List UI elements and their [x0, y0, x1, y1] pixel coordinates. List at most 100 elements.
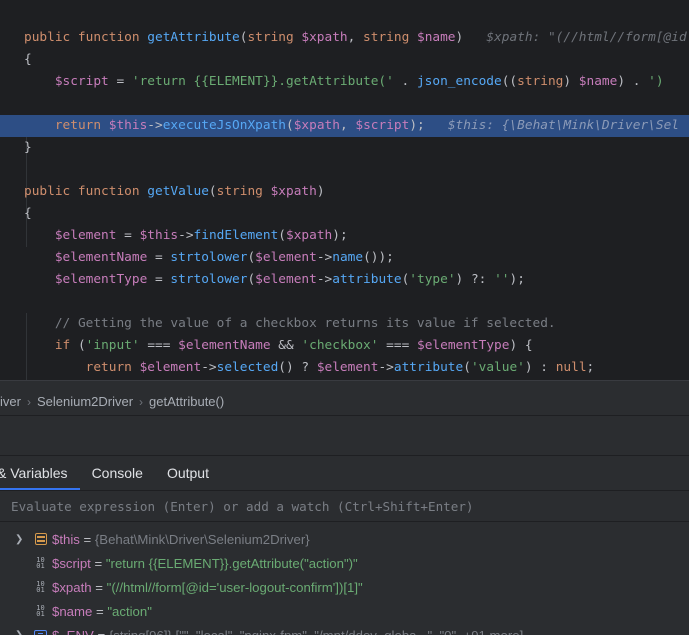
code-token: getAttribute	[147, 30, 240, 45]
code-token: $name	[416, 30, 456, 45]
code-token: =	[147, 272, 171, 287]
variable-value: {Behat\Mink\Driver\Selenium2Driver}	[94, 531, 310, 547]
code-token: attribute	[393, 360, 464, 375]
code-token: ->	[178, 228, 194, 243]
evaluate-bar	[0, 490, 689, 522]
code-line[interactable]	[0, 93, 689, 115]
code-token: ''	[494, 272, 510, 287]
code-token: name	[332, 250, 364, 265]
code-token: {	[24, 52, 32, 67]
code-token: )	[316, 184, 325, 199]
code-token: (	[247, 272, 256, 287]
code-token: (	[286, 118, 294, 133]
code-token: null	[555, 360, 587, 375]
code-token: $element	[255, 272, 317, 287]
object-icon	[34, 533, 47, 546]
inline-debug-value: $xpath: "(//html//form[@id	[478, 30, 687, 45]
code-token: string	[363, 30, 417, 45]
code-token: return	[85, 360, 140, 375]
code-token: string	[517, 74, 564, 89]
code-token: $elementType	[54, 272, 148, 287]
variable-row[interactable]: ❯ $_ENV = {string[96]} ["", "local", "ngi…	[0, 623, 689, 635]
code-token: $element	[54, 228, 117, 243]
variable-name: $name	[52, 603, 93, 619]
variable-row[interactable]: 10 01 $script = "return {{ELEMENT}}.getAtt…	[0, 551, 689, 575]
code-line[interactable]: $element = $this->findElement($xpath);	[0, 225, 689, 247]
code-token: )	[563, 74, 579, 89]
code-line[interactable]: public function getValue(string $xpath)	[0, 181, 689, 203]
code-token: $elementName	[54, 250, 148, 265]
variable-text: $_ENV = {string[96]} ["", "local", "ngin…	[52, 628, 523, 635]
variable-row[interactable]: 10 01 $xpath = "(//html//form[@id='user-lo…	[0, 575, 689, 599]
code-line[interactable]	[0, 291, 689, 313]
variable-text: $this = {Behat\Mink\Driver\Selenium2Driv…	[52, 531, 310, 547]
evaluate-expression-input[interactable]	[0, 491, 689, 521]
tab-variables[interactable]: & Variables	[0, 456, 80, 490]
code-line[interactable]: {	[0, 203, 689, 225]
code-token: ')	[648, 74, 664, 89]
execution-point-line[interactable]: return $this->executeJsOnXpath($xpath, $…	[0, 115, 689, 137]
code-line[interactable]: return $element->selected() ? $element->…	[0, 357, 689, 379]
code-line[interactable]: if ('input' === $elementName && 'checkbo…	[0, 335, 689, 357]
code-token: )	[455, 30, 479, 45]
variables-tree: ❯ $this = {Behat\Mink\Driver\Selenium2Dri…	[0, 522, 689, 635]
code-token: ===	[139, 338, 179, 353]
code-line[interactable]: }	[0, 137, 689, 159]
code-token: 'return {{ELEMENT}}.getAttribute('	[131, 74, 394, 89]
code-token: ===	[378, 338, 417, 353]
debug-tab-bar: & Variables Console Output	[0, 456, 689, 490]
code-token: string	[216, 184, 271, 199]
tab-output[interactable]: Output	[155, 456, 221, 490]
chevron-right-icon[interactable]: ❯	[15, 630, 25, 635]
code-token: 'type'	[409, 272, 456, 287]
code-token: );	[332, 228, 348, 243]
code-token: 'value'	[470, 360, 525, 375]
variable-name: $this	[52, 531, 80, 547]
inline-debug-value: $this: {\Behat\Mink\Driver\Sel	[440, 118, 679, 133]
breadcrumb: iver › Selenium2Driver › getAttribute()	[0, 388, 689, 416]
code-token: $name	[578, 74, 618, 89]
code-editor[interactable]: public function getAttribute(string $xpa…	[0, 0, 689, 380]
code-line[interactable]	[0, 159, 689, 181]
code-token: 'input'	[85, 338, 140, 353]
code-line[interactable]: $elementType = strtolower($element->attr…	[0, 269, 689, 291]
code-token: (	[463, 360, 471, 375]
code-token: $xpath	[270, 184, 317, 199]
code-token: ) :	[524, 360, 556, 375]
code-line[interactable]: $elementName = strtolower($element->name…	[0, 247, 689, 269]
breadcrumb-item-driver[interactable]: iver	[0, 394, 27, 409]
variable-row[interactable]: ❯ $this = {Behat\Mink\Driver\Selenium2Dri…	[0, 527, 689, 551]
breadcrumb-item-class[interactable]: Selenium2Driver	[31, 394, 139, 409]
code-line[interactable]: // Getting the value of a checkbox retur…	[0, 313, 689, 335]
code-line[interactable]: public function getAttribute(string $xpa…	[0, 27, 689, 49]
code-token: ) .	[617, 74, 649, 89]
code-token: $element	[255, 250, 317, 265]
panel-splitter[interactable]	[0, 380, 689, 388]
variable-value: "return {{ELEMENT}}.getAttribute("action…	[105, 555, 358, 571]
code-token: string	[247, 30, 302, 45]
code-token: ->	[147, 118, 163, 133]
code-token: (	[278, 228, 287, 243]
code-token: $script	[355, 118, 410, 133]
code-line[interactable]: {	[0, 49, 689, 71]
code-token: public function	[24, 30, 148, 45]
code-token: (	[247, 250, 256, 265]
code-token: ());	[363, 250, 394, 265]
variable-row[interactable]: 10 01 $name = "action"	[0, 599, 689, 623]
code-token: json_encode	[416, 74, 502, 89]
code-token: getValue	[147, 184, 209, 199]
code-token: }	[24, 140, 32, 155]
code-token: &&	[270, 338, 302, 353]
tab-console[interactable]: Console	[80, 456, 155, 490]
code-token: ;	[586, 360, 595, 375]
variable-value: {string[96]} ["", "local", "nginx-fpm", …	[108, 627, 524, 635]
code-token: ->	[316, 250, 333, 265]
code-token: $script	[54, 74, 109, 89]
code-token: (	[208, 184, 217, 199]
breadcrumb-item-method[interactable]: getAttribute()	[143, 394, 230, 409]
chevron-right-icon[interactable]: ❯	[15, 534, 25, 545]
code-token: ,	[347, 30, 364, 45]
code-line[interactable]: $script = 'return {{ELEMENT}}.getAttribu…	[0, 71, 689, 93]
code-token: // Getting the value of a checkbox retur…	[54, 316, 556, 331]
